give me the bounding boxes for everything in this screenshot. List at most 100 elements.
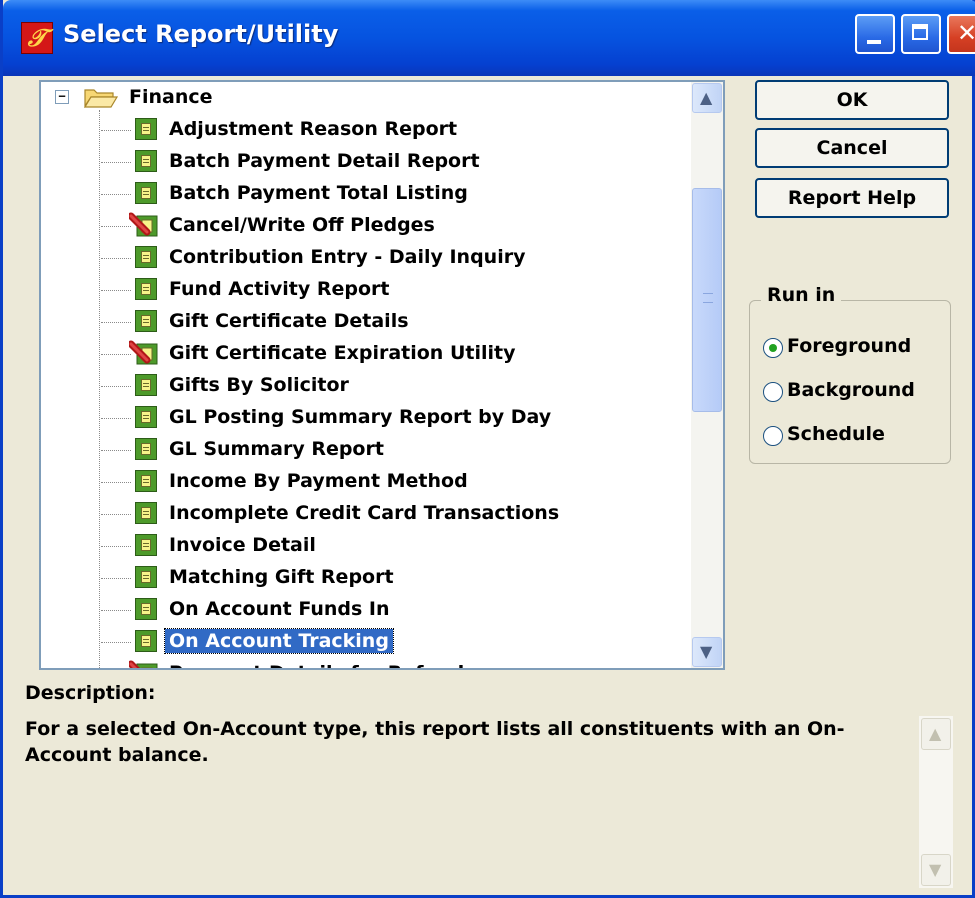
report-icon <box>135 502 157 524</box>
report-icon <box>135 566 157 588</box>
tree-item[interactable]: Gifts By Solicitor <box>41 370 691 402</box>
tree-item[interactable]: Matching Gift Report <box>41 562 691 594</box>
tree-connector-line <box>101 642 131 643</box>
tree-item-label: Contribution Entry - Daily Inquiry <box>169 246 526 268</box>
report-icon <box>135 278 157 300</box>
scroll-up-button[interactable] <box>692 83 722 113</box>
tree-connector-line <box>101 386 131 387</box>
tree-item[interactable]: On Account Funds In <box>41 594 691 626</box>
report-icon <box>135 598 157 620</box>
cancel-button[interactable]: Cancel <box>755 128 949 168</box>
report-icon <box>135 182 157 204</box>
tree-item-label: Incomplete Credit Card Transactions <box>169 502 560 524</box>
tree-item[interactable]: Fund Activity Report <box>41 274 691 306</box>
tree-connector-line <box>101 450 131 451</box>
radio-label: Background <box>787 379 915 401</box>
window-title: Select Report/Utility <box>63 20 339 48</box>
minimize-button[interactable] <box>855 14 895 54</box>
tree-item[interactable]: On Account Tracking <box>41 626 691 658</box>
tree-connector-line <box>101 162 131 163</box>
description-text: For a selected On-Account type, this rep… <box>25 718 845 766</box>
tree-item-label: Batch Payment Detail Report <box>169 150 480 172</box>
utility-icon <box>129 340 158 365</box>
tree-item-label: Payment Details for Refunds <box>165 661 480 668</box>
tree-item[interactable]: GL Summary Report <box>41 434 691 466</box>
title-bar[interactable]: 𝒯 Select Report/Utility <box>3 0 975 76</box>
tree-item[interactable]: GL Posting Summary Report by Day <box>41 402 691 434</box>
tree-item-label: GL Summary Report <box>169 438 384 460</box>
tree-connector-line <box>101 290 131 291</box>
tree-item[interactable]: Gift Certificate Expiration Utility <box>41 338 691 370</box>
tree-connector-line <box>101 514 131 515</box>
description-scroll-down-button[interactable] <box>921 854 951 886</box>
utility-icon <box>129 660 158 668</box>
report-icon <box>135 438 157 460</box>
tree-item-label: Gift Certificate Details <box>169 310 409 332</box>
collapse-toggle-icon[interactable]: − <box>55 90 69 104</box>
report-icon <box>135 374 157 396</box>
description-scroll-up-button[interactable] <box>921 718 951 750</box>
radio-label: Schedule <box>787 423 885 445</box>
tree-item-label: Batch Payment Total Listing <box>169 182 468 204</box>
tree-item-label: GL Posting Summary Report by Day <box>169 406 552 428</box>
scroll-down-button[interactable] <box>692 637 722 667</box>
radio-unchecked-icon[interactable] <box>763 426 783 446</box>
report-icon <box>135 310 157 332</box>
radio-label: Foreground <box>787 335 912 357</box>
tree-item-label: Fund Activity Report <box>169 278 390 300</box>
tree-item[interactable]: Batch Payment Total Listing <box>41 178 691 210</box>
report-icon <box>135 246 157 268</box>
tree-item-label: Matching Gift Report <box>169 566 394 588</box>
tree-item-label: On Account Funds In <box>169 598 390 620</box>
description-label: Description: <box>25 682 156 704</box>
tree-connector-line <box>101 418 131 419</box>
report-icon <box>135 118 157 140</box>
tree-item[interactable]: Cancel/Write Off Pledges <box>41 210 691 242</box>
tree-connector-line <box>101 322 131 323</box>
tree-connector-line <box>101 226 131 227</box>
tree-connector-line <box>101 578 131 579</box>
radio-checked-icon[interactable] <box>763 338 783 358</box>
tree-connector-line <box>101 258 131 259</box>
description-scrollbar[interactable] <box>919 716 953 888</box>
scroll-thumb[interactable] <box>692 188 722 412</box>
report-icon <box>135 630 157 652</box>
radio-unchecked-icon[interactable] <box>763 382 783 402</box>
tree-connector-line <box>101 354 131 355</box>
run-in-title: Run in <box>761 284 842 306</box>
tree-item[interactable]: Adjustment Reason Report <box>41 114 691 146</box>
close-button[interactable] <box>947 14 975 54</box>
tree-item[interactable]: Batch Payment Detail Report <box>41 146 691 178</box>
tree-item[interactable]: Payment Details for Refunds <box>41 658 691 668</box>
tree-item[interactable]: Income By Payment Method <box>41 466 691 498</box>
report-icon <box>135 150 157 172</box>
report-tree[interactable]: − Finance Adjustment Reason Report Batch … <box>39 80 725 670</box>
tree-item[interactable]: Invoice Detail <box>41 530 691 562</box>
report-icon <box>135 534 157 556</box>
report-icon <box>135 470 157 492</box>
tree-item-label: Cancel/Write Off Pledges <box>169 214 435 236</box>
tree-scrollbar[interactable] <box>691 82 723 668</box>
app-logo-icon: 𝒯 <box>21 22 53 54</box>
ok-button[interactable]: OK <box>755 80 949 120</box>
utility-icon <box>129 212 158 237</box>
tree-connector-line <box>101 482 131 483</box>
tree-item-label: Gift Certificate Expiration Utility <box>169 342 516 364</box>
tree-item[interactable]: Incomplete Credit Card Transactions <box>41 498 691 530</box>
select-report-dialog: 𝒯 Select Report/Utility − Finance Adjust… <box>0 0 975 898</box>
tree-item-label: Income By Payment Method <box>169 470 468 492</box>
open-folder-icon <box>83 89 119 108</box>
report-help-button[interactable]: Report Help <box>755 178 949 218</box>
maximize-button[interactable] <box>901 14 941 54</box>
tree-folder-finance[interactable]: − Finance <box>41 82 691 114</box>
tree-item[interactable]: Gift Certificate Details <box>41 306 691 338</box>
tree-item-label: Invoice Detail <box>169 534 316 556</box>
tree-item-label: Adjustment Reason Report <box>169 118 458 140</box>
tree-connector-line <box>101 194 131 195</box>
report-icon <box>135 406 157 428</box>
tree-item-label: Gifts By Solicitor <box>169 374 349 396</box>
tree-connector-line <box>101 130 131 131</box>
tree-item[interactable]: Contribution Entry - Daily Inquiry <box>41 242 691 274</box>
tree-item-label: On Account Tracking <box>164 628 394 654</box>
tree-connector-line <box>101 610 131 611</box>
